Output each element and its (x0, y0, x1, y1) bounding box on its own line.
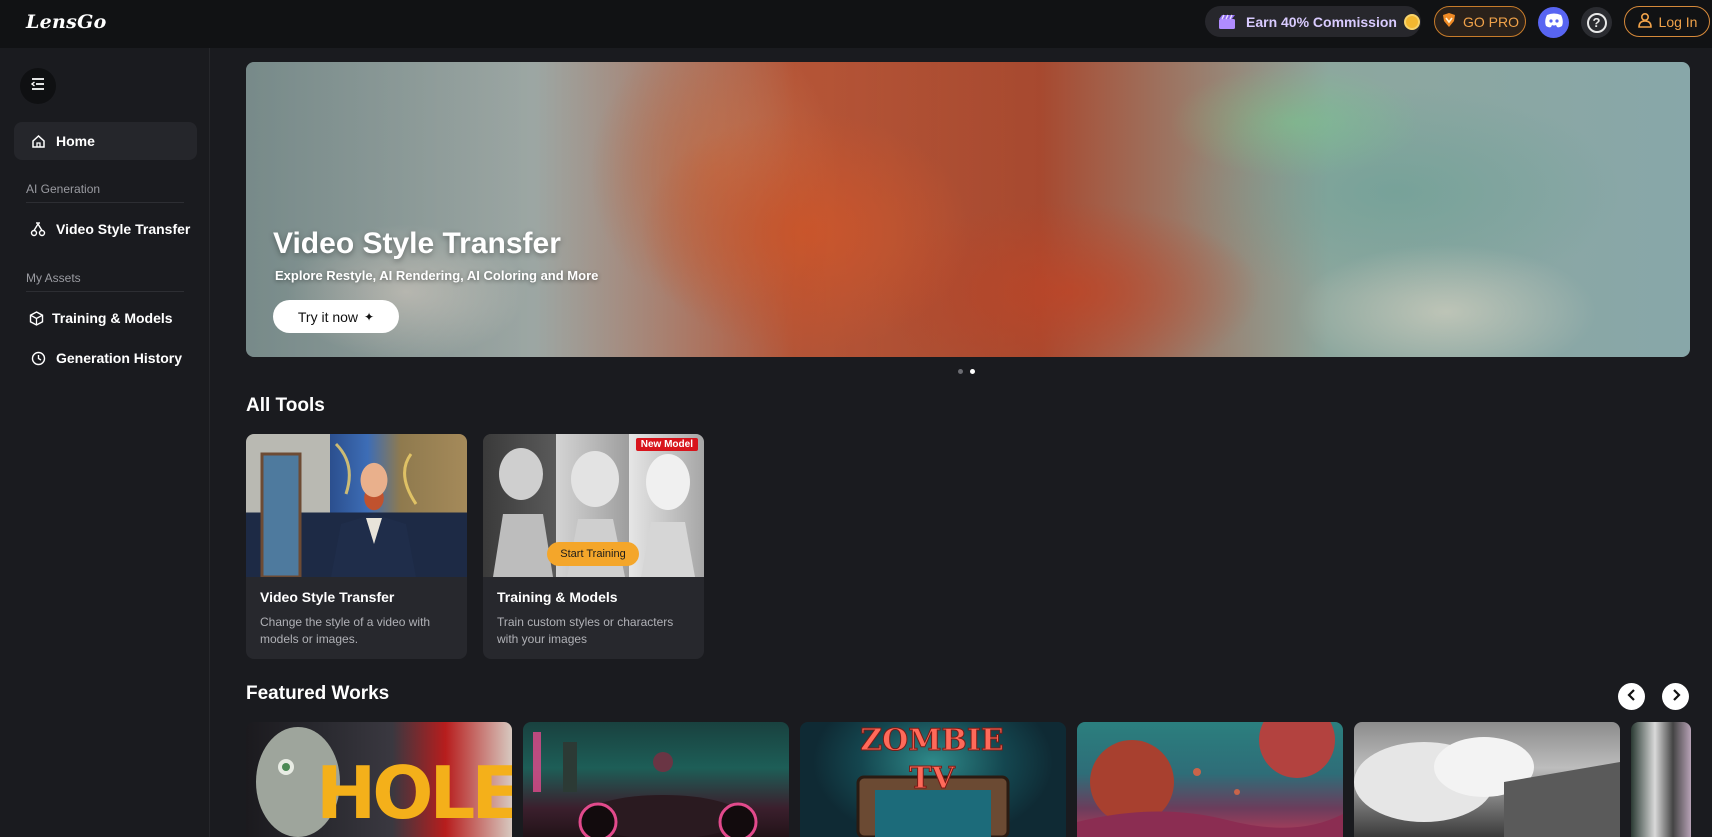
login-button[interactable]: Log In (1624, 6, 1710, 37)
start-training-button[interactable]: Start Training (547, 542, 639, 566)
tool-name: Video Style Transfer (260, 589, 395, 605)
chevron-right-icon (1671, 688, 1681, 706)
carousel-dot-active[interactable] (970, 369, 975, 374)
sidebar: Home AI Generation Video Style Transfer … (0, 48, 210, 837)
sidebar-item-video-style-transfer[interactable]: Video Style Transfer (14, 210, 197, 248)
tool-thumbnail (246, 434, 467, 577)
tool-description: Change the style of a video with models … (260, 615, 431, 646)
tool-thumbnail: New Model Start Training (483, 434, 704, 577)
home-icon (30, 133, 46, 149)
carousel-dots (958, 369, 975, 374)
clock-icon (30, 350, 46, 366)
pro-badge-icon (1441, 12, 1457, 31)
style-transfer-icon (30, 221, 46, 237)
try-it-now-label: Try it now (297, 308, 359, 325)
menu-collapse-icon (30, 77, 45, 95)
coin-icon (1403, 13, 1420, 30)
logo[interactable]: LensGo (26, 11, 107, 33)
tool-description: Train custom styles or characters with y… (497, 615, 674, 646)
featured-work-item[interactable]: HOLE (246, 722, 512, 837)
sidebar-item-generation-history[interactable]: Generation History (14, 339, 197, 377)
work-title-text: HOLE (316, 751, 512, 835)
sidebar-item-label: Training & Models (52, 310, 173, 326)
question-icon: ? (1586, 12, 1607, 33)
clapperboard-icon (1218, 14, 1236, 30)
section-label-ai-generation: AI Generation (26, 182, 101, 196)
chevron-left-icon (1626, 688, 1637, 706)
tool-card-video-style-transfer[interactable]: Video Style Transfer Change the style of… (246, 434, 467, 659)
hero-banner[interactable]: Video Style Transfer Explore Restyle, AI… (246, 62, 1690, 357)
tool-name: Training & Models (497, 589, 618, 605)
earn-commission-label: Earn 40% Commission (1246, 13, 1397, 30)
help-button[interactable]: ? (1581, 7, 1612, 38)
sidebar-item-home[interactable]: Home (14, 122, 197, 160)
cube-icon (28, 310, 44, 326)
hero-subtitle: Explore Restyle, AI Rendering, AI Colori… (275, 268, 599, 283)
carousel-dot[interactable] (958, 369, 963, 374)
hero-image (246, 62, 1690, 357)
user-icon (1637, 12, 1659, 31)
sparkle-icon: ✦ (364, 309, 375, 324)
discord-icon (1544, 13, 1564, 33)
divider (26, 291, 184, 292)
sidebar-item-label: Generation History (56, 350, 183, 366)
sidebar-item-label: Home (56, 133, 95, 149)
featured-work-item[interactable]: ZOMBIE TV (800, 722, 1066, 837)
carousel-next-button[interactable] (1662, 683, 1689, 710)
hero-title: Video Style Transfer (273, 227, 561, 260)
discord-button[interactable] (1538, 7, 1569, 38)
featured-works-heading: Featured Works (246, 683, 390, 704)
earn-commission-button[interactable]: Earn 40% Commission (1205, 6, 1421, 37)
go-pro-button[interactable]: GO PRO (1434, 6, 1526, 37)
featured-work-item[interactable] (523, 722, 789, 837)
work-title-text: ZOMBIE TV (860, 723, 1005, 797)
all-tools-heading: All Tools (246, 395, 325, 416)
new-model-badge: New Model (635, 438, 698, 451)
try-it-now-button[interactable]: Try it now ✦ (273, 300, 399, 333)
featured-work-item[interactable] (1077, 722, 1343, 837)
tool-card-training-models[interactable]: New Model Start Training Training & Mode… (483, 434, 704, 659)
section-label-my-assets: My Assets (26, 271, 81, 285)
featured-work-item[interactable] (1354, 722, 1620, 837)
sidebar-item-training-models[interactable]: Training & Models (14, 299, 197, 337)
sidebar-item-label: Video Style Transfer (56, 221, 191, 237)
featured-work-item[interactable] (1631, 722, 1691, 837)
carousel-prev-button[interactable] (1618, 683, 1645, 710)
divider (26, 202, 184, 203)
login-label: Log In (1658, 13, 1698, 30)
go-pro-label: GO PRO (1462, 13, 1519, 30)
top-bar: LensGo Earn 40% Commission GO PRO ? Log … (0, 0, 1712, 48)
sidebar-toggle-button[interactable] (20, 68, 56, 104)
